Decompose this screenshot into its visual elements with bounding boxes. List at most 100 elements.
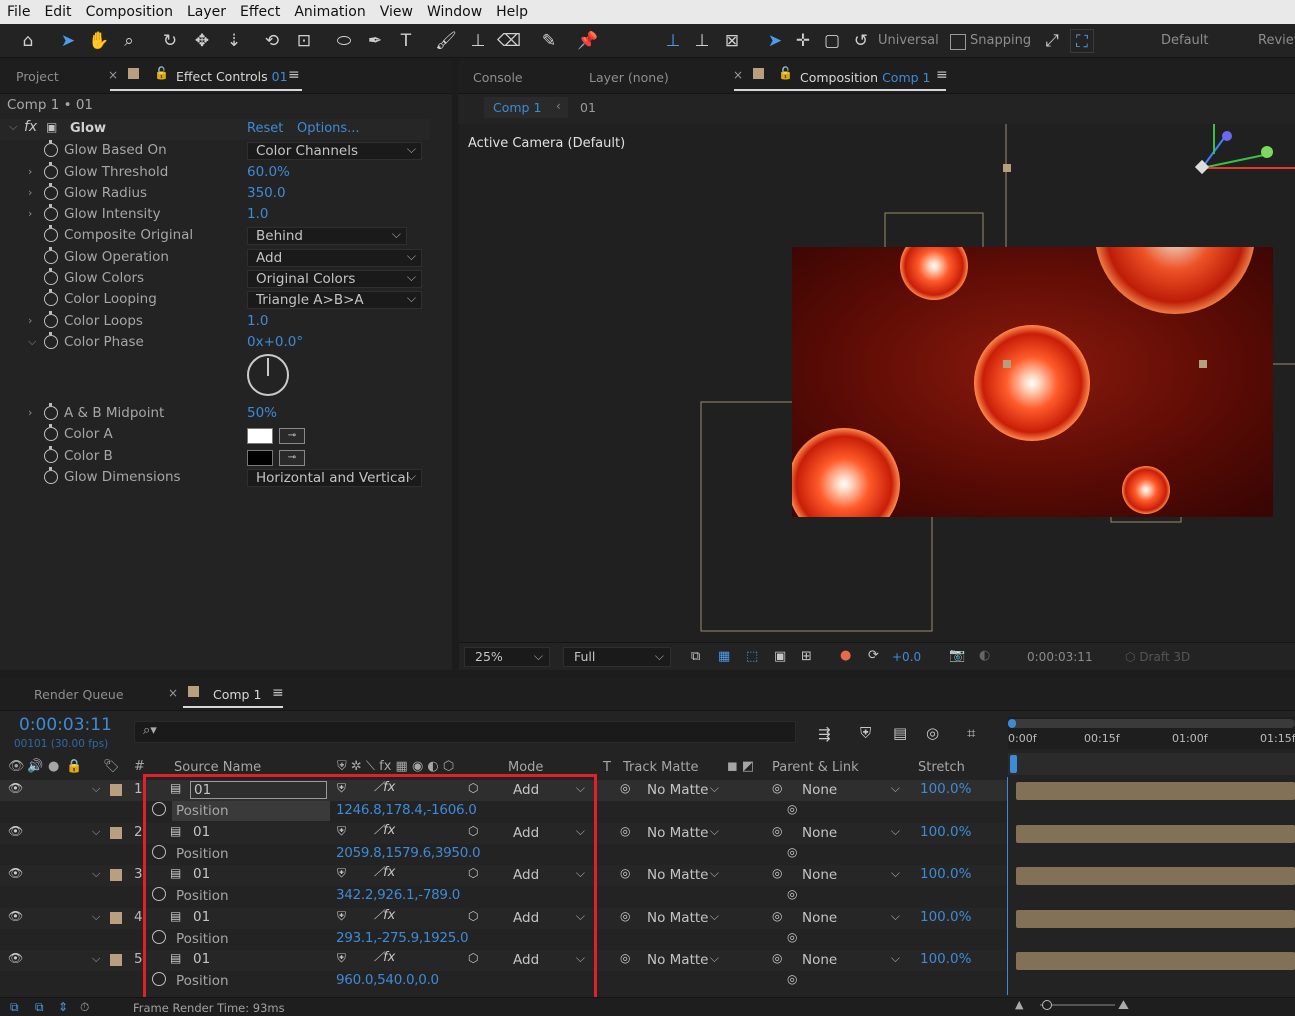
eye-icon[interactable]: 👁 bbox=[8, 951, 23, 965]
stretch-value[interactable]: 100.0% bbox=[920, 951, 971, 967]
3d-scale-icon[interactable]: ▢ bbox=[820, 29, 844, 53]
view-axis-icon[interactable]: ⊠ bbox=[720, 29, 744, 53]
close-icon[interactable]: × bbox=[168, 686, 178, 700]
zoom-slider-handle[interactable] bbox=[1042, 1000, 1052, 1010]
panel-menu-icon[interactable]: ≡ bbox=[272, 685, 284, 701]
prop-dropdown[interactable]: Triangle A>B>A bbox=[247, 290, 422, 309]
stopwatch-icon[interactable] bbox=[44, 467, 58, 484]
prop-dropdown[interactable]: Horizontal and Vertical bbox=[247, 468, 422, 487]
graph-editor-icon[interactable]: ⌗ bbox=[967, 724, 975, 742]
chevron-right-icon[interactable]: › bbox=[28, 186, 32, 199]
chevron-down-icon[interactable]: ⌵ bbox=[92, 825, 100, 839]
layer-switches-icon[interactable]: ⧉ bbox=[10, 1000, 19, 1015]
tab-layer[interactable]: Layer (none) bbox=[589, 70, 669, 85]
menu-layer[interactable]: Layer bbox=[180, 4, 233, 20]
lock-icon[interactable]: 🔒 bbox=[66, 759, 82, 774]
matte-link-icon[interactable]: ◎ bbox=[620, 909, 630, 923]
anchor-handle[interactable] bbox=[1003, 360, 1011, 368]
source-name-header[interactable]: Source Name bbox=[174, 760, 261, 775]
options-link[interactable]: Options... bbox=[297, 121, 360, 136]
menu-file[interactable]: File bbox=[0, 4, 37, 20]
stopwatch-icon[interactable] bbox=[44, 446, 58, 463]
in-out-icon[interactable]: ⇕ bbox=[58, 1000, 68, 1014]
matte-link-icon[interactable]: ◎ bbox=[620, 866, 630, 880]
tab-composition[interactable]: Composition Comp 1 bbox=[800, 70, 930, 85]
exposure-value[interactable]: +0.0 bbox=[892, 650, 921, 664]
stopwatch-icon[interactable] bbox=[44, 225, 58, 242]
prop-value[interactable]: 350.0 bbox=[247, 185, 286, 201]
audio-icon[interactable]: 🔊 bbox=[27, 759, 43, 774]
pan-behind-icon[interactable]: ⊡ bbox=[292, 29, 316, 53]
tab-project[interactable]: Project bbox=[16, 69, 59, 84]
label-color[interactable] bbox=[110, 869, 122, 881]
prop-value[interactable]: 1.0 bbox=[247, 206, 268, 222]
stopwatch-icon[interactable] bbox=[44, 424, 58, 441]
draft-3d-icon[interactable]: ⛨ bbox=[860, 724, 871, 742]
switches-header-icon[interactable]: ⛨ ✲ ⟍ fx ▦ ◉ ◐ ⬡ bbox=[337, 759, 454, 774]
workspace-review[interactable]: Review bbox=[1258, 33, 1295, 48]
composition-viewer[interactable]: Active Camera (Default) bbox=[459, 124, 1295, 642]
rotation-tool-icon[interactable]: ⟲ bbox=[260, 29, 284, 53]
menu-view[interactable]: View bbox=[373, 4, 420, 20]
color-phase-dial[interactable] bbox=[247, 354, 289, 396]
eye-icon[interactable]: 👁 bbox=[8, 824, 23, 838]
eye-icon[interactable]: 👁 bbox=[8, 909, 23, 923]
3d-select-icon[interactable]: ➤ bbox=[763, 29, 787, 53]
type-tool-icon[interactable]: T bbox=[394, 29, 418, 53]
prop-dropdown[interactable]: Add bbox=[247, 248, 422, 267]
matte-link-icon[interactable]: ◎ bbox=[620, 951, 630, 965]
chevron-down-icon[interactable]: ⌵ bbox=[92, 867, 100, 881]
stretch-value[interactable]: 100.0% bbox=[920, 781, 971, 797]
track-matte-dropdown[interactable]: No Matte bbox=[647, 864, 721, 884]
track-matte-dropdown[interactable]: No Matte bbox=[647, 949, 721, 969]
local-axis-icon[interactable]: ⊥ bbox=[661, 29, 685, 53]
viewer-timecode[interactable]: 0:00:03:11 bbox=[1027, 650, 1093, 664]
stretch-value[interactable]: 100.0% bbox=[920, 909, 971, 925]
stopwatch-icon[interactable] bbox=[44, 332, 58, 349]
menu-animation[interactable]: Animation bbox=[287, 4, 372, 20]
home-icon[interactable]: ⌂ bbox=[16, 29, 40, 53]
stretch-value[interactable]: 100.0% bbox=[920, 824, 971, 840]
color-swatch[interactable] bbox=[247, 428, 273, 444]
tab-console[interactable]: Console bbox=[473, 70, 523, 85]
fast-preview-icon[interactable]: ⧉ bbox=[691, 649, 700, 664]
prop-dropdown[interactable]: Color Channels bbox=[247, 141, 422, 160]
stopwatch-icon[interactable] bbox=[44, 403, 58, 420]
stopwatch-icon[interactable] bbox=[44, 247, 58, 264]
mask-visibility-icon[interactable]: ⬚ bbox=[746, 649, 758, 664]
pan-camera-icon[interactable]: ✥ bbox=[190, 29, 214, 53]
label-color[interactable] bbox=[110, 827, 122, 839]
panel-menu-icon[interactable]: ≡ bbox=[288, 67, 300, 83]
reset-exposure-icon[interactable]: ⟳ bbox=[868, 648, 879, 663]
chevron-down-icon[interactable]: ⌵ bbox=[92, 952, 100, 966]
selection-tool-icon[interactable]: ➤ bbox=[56, 29, 80, 53]
brush-tool-icon[interactable]: 🖌 bbox=[434, 29, 458, 53]
stopwatch-icon[interactable] bbox=[44, 183, 58, 200]
matte-link-icon[interactable]: ◎ bbox=[620, 781, 630, 795]
snapping-label[interactable]: Snapping bbox=[970, 33, 1031, 48]
hand-tool-icon[interactable]: ✋ bbox=[87, 29, 111, 53]
anchor-handle[interactable] bbox=[1003, 164, 1011, 172]
prop-value[interactable]: 1.0 bbox=[247, 313, 268, 329]
stretch-value[interactable]: 100.0% bbox=[920, 866, 971, 882]
pickwhip-icon[interactable]: ◎ bbox=[772, 909, 782, 923]
chevron-right-icon[interactable]: › bbox=[28, 165, 32, 178]
chevron-down-icon[interactable]: ⌵ bbox=[28, 335, 36, 349]
prop-dropdown[interactable]: Behind bbox=[247, 226, 407, 245]
3d-move-icon[interactable]: ✛ bbox=[791, 29, 815, 53]
world-axis-icon[interactable]: ⊥ bbox=[690, 29, 714, 53]
menu-edit[interactable]: Edit bbox=[37, 4, 78, 20]
menu-composition[interactable]: Composition bbox=[79, 4, 180, 20]
pen-tool-icon[interactable]: ✒ bbox=[363, 29, 387, 53]
layer-duration-bar[interactable] bbox=[1016, 825, 1295, 843]
prop-value[interactable]: 0x+0.0° bbox=[247, 334, 303, 350]
label-icon[interactable]: 🏷 bbox=[103, 759, 120, 774]
menu-window[interactable]: Window bbox=[420, 4, 489, 20]
puppet-pin-icon[interactable]: 📌 bbox=[576, 29, 600, 53]
layer-duration-bar[interactable] bbox=[1016, 910, 1295, 928]
axis-gizmo-icon[interactable] bbox=[1194, 124, 1295, 175]
zoom-out-icon[interactable]: ▲ bbox=[1015, 998, 1023, 1011]
eraser-tool-icon[interactable]: ⌫ bbox=[497, 29, 521, 53]
dolly-camera-icon[interactable]: ⇣ bbox=[222, 29, 246, 53]
lock-icon[interactable]: 🔓 bbox=[154, 66, 169, 80]
